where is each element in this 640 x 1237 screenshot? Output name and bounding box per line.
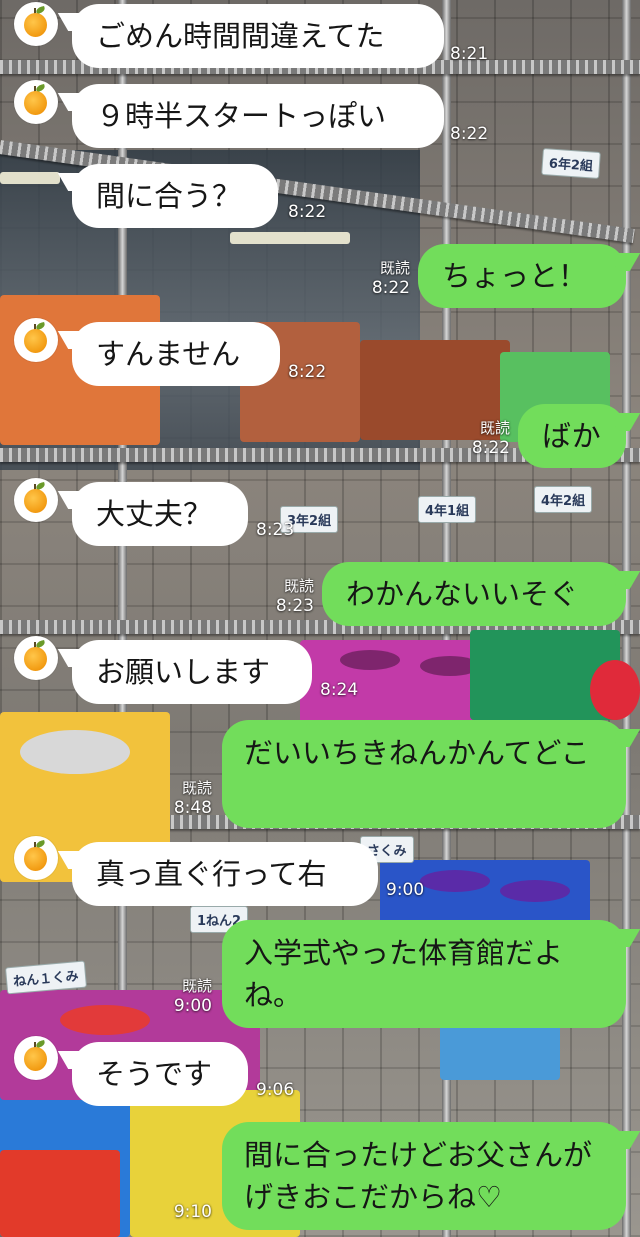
sender-avatar[interactable] xyxy=(14,2,58,46)
incoming-message[interactable]: そうです xyxy=(72,1042,248,1106)
message-time: 8:22 xyxy=(288,202,327,222)
read-receipt: 既読 xyxy=(283,577,314,595)
message-meta: 既読 8:22 xyxy=(456,418,510,458)
message-time: 8:22 xyxy=(288,362,327,382)
message-time: 9:00 xyxy=(386,880,425,900)
orange-fruit-icon xyxy=(24,13,47,37)
sender-avatar[interactable] xyxy=(14,636,58,680)
orange-fruit-icon xyxy=(24,91,47,115)
chat-message-list[interactable]: ごめん時間間違えてた 8:21 ９時半スタートっぽい 8:22 間に合う？ 8:… xyxy=(0,0,640,1237)
incoming-message[interactable]: すんません xyxy=(72,322,280,386)
sender-avatar[interactable] xyxy=(14,478,58,522)
outgoing-message[interactable]: 間に合ったけどお父さんがげきおこだからね♡ xyxy=(222,1122,626,1230)
incoming-message[interactable]: 間に合う？ xyxy=(72,164,278,228)
orange-fruit-icon xyxy=(24,329,47,353)
incoming-message[interactable]: お願いします xyxy=(72,640,312,704)
incoming-message[interactable]: 真っ直ぐ行って右 xyxy=(72,842,378,906)
orange-fruit-icon xyxy=(24,847,47,871)
message-time: 9:06 xyxy=(256,1080,295,1100)
orange-fruit-icon xyxy=(24,489,47,513)
message-meta: 既読 8:23 xyxy=(260,576,314,616)
message-time: 8:22 xyxy=(450,124,489,144)
outgoing-message[interactable]: わかんないいそぐ xyxy=(322,562,626,626)
sender-avatar[interactable] xyxy=(14,836,58,880)
read-receipt: 既読 xyxy=(181,779,212,797)
message-meta: 9:10 xyxy=(158,1202,212,1222)
outgoing-message[interactable]: 入学式やった体育館だよね。 xyxy=(222,920,626,1028)
outgoing-message[interactable]: だいいちきねんかんてどこ xyxy=(222,720,626,828)
message-time: 8:23 xyxy=(275,596,314,616)
orange-fruit-icon xyxy=(24,1047,47,1071)
message-time: 8:24 xyxy=(320,680,359,700)
message-time: 9:10 xyxy=(173,1202,212,1222)
incoming-message[interactable]: 大丈夫？ xyxy=(72,482,248,546)
incoming-message[interactable]: ９時半スタートっぽい xyxy=(72,84,444,148)
message-meta: 既読 8:48 xyxy=(158,778,212,818)
message-time: 8:48 xyxy=(173,798,212,818)
message-time: 8:22 xyxy=(471,438,510,458)
outgoing-message[interactable]: ばか xyxy=(518,404,626,468)
read-receipt: 既読 xyxy=(181,977,212,995)
orange-fruit-icon xyxy=(24,647,47,671)
sender-avatar[interactable] xyxy=(14,318,58,362)
sender-avatar[interactable] xyxy=(14,1036,58,1080)
message-time: 8:22 xyxy=(371,278,410,298)
message-meta: 既読 8:22 xyxy=(356,258,410,298)
message-time: 8:23 xyxy=(256,520,295,540)
outgoing-message[interactable]: ちょっと！ xyxy=(418,244,626,308)
read-receipt: 既読 xyxy=(479,419,510,437)
message-meta: 既読 9:00 xyxy=(158,976,212,1016)
read-receipt: 既読 xyxy=(379,259,410,277)
incoming-message[interactable]: ごめん時間間違えてた xyxy=(72,4,444,68)
sender-avatar[interactable] xyxy=(14,80,58,124)
message-time: 9:00 xyxy=(173,996,212,1016)
message-time: 8:21 xyxy=(450,44,489,64)
